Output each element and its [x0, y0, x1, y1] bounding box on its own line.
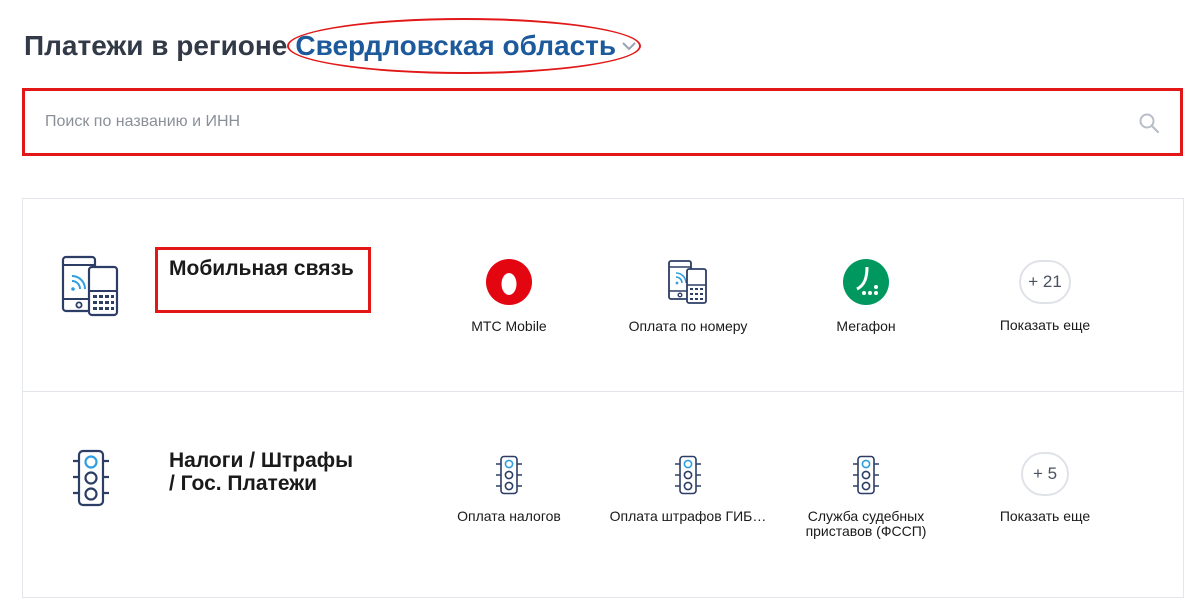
page-title: Платежи в регионе — [24, 30, 288, 61]
provider-label: Служба судебных приставов (ФССП) — [805, 509, 927, 539]
search-input[interactable] — [25, 91, 1180, 153]
provider-taxes[interactable]: Оплата налогов — [419, 455, 599, 524]
megafon-logo-icon — [843, 259, 889, 305]
region-name: Свердловская область — [295, 30, 617, 61]
search-box — [22, 88, 1183, 156]
traffic-light-icon — [675, 455, 701, 495]
mts-logo-icon — [486, 259, 532, 305]
categories-panel: Мобильная связь МТС Mobile Оплата по ном — [22, 198, 1184, 598]
show-more-taxes[interactable]: + 5 Показать еще — [955, 452, 1135, 524]
phone-icon — [668, 260, 707, 304]
mobile-devices-icon — [61, 255, 119, 317]
show-more-label: Показать еще — [999, 509, 1091, 524]
show-more-label: Показать еще — [999, 318, 1091, 333]
chevron-down-icon — [622, 42, 636, 51]
region-selector[interactable]: Свердловская область — [287, 18, 642, 74]
show-more-mobile[interactable]: + 21 Показать еще — [955, 260, 1135, 333]
category-title-line: / Гос. Платежи — [169, 472, 318, 495]
provider-label: Мегафон — [836, 319, 896, 334]
traffic-light-icon — [73, 449, 109, 507]
provider-label: Оплата налогов — [457, 509, 561, 524]
category-title-mobile[interactable]: Мобильная связь — [169, 257, 354, 280]
category-divider — [23, 391, 1183, 392]
provider-gibdd-fines[interactable]: Оплата штрафов ГИБ… — [598, 455, 778, 524]
provider-label: Оплата по номеру — [628, 319, 748, 334]
provider-megafon[interactable]: Мегафон — [776, 259, 956, 334]
category-title-taxes[interactable]: Налоги / Штрафы / Гос. Платежи — [169, 449, 353, 495]
category-title-line: Налоги / Штрафы — [169, 449, 354, 472]
provider-label: МТС Mobile — [471, 319, 547, 334]
provider-label: Оплата штрафов ГИБ… — [609, 509, 767, 524]
more-count-badge: + 5 — [1021, 452, 1069, 496]
traffic-light-icon — [853, 455, 879, 495]
traffic-light-icon — [496, 455, 522, 495]
page-header: Платежи в регионе Свердловская область — [24, 18, 642, 74]
search-icon[interactable] — [1138, 112, 1160, 134]
provider-mts[interactable]: МТС Mobile — [419, 259, 599, 334]
provider-pay-by-number[interactable]: Оплата по номеру — [598, 259, 778, 334]
provider-fssp[interactable]: Служба судебных приставов (ФССП) — [776, 455, 956, 539]
more-count-badge: + 21 — [1019, 260, 1071, 304]
